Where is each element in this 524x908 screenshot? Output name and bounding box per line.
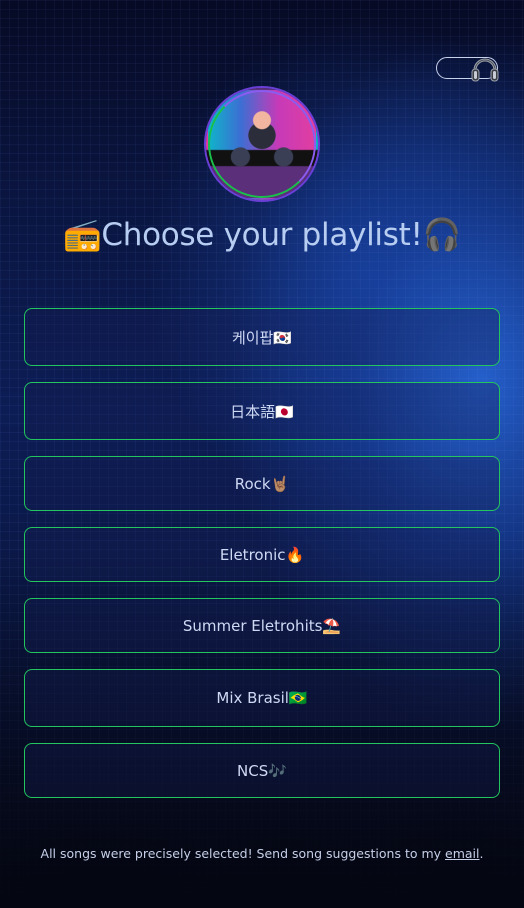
playlist-button-mix-brasil[interactable]: Mix Brasil🇧🇷 (24, 669, 500, 727)
radio-icon: 📻 (63, 217, 102, 253)
playlist-button-japanese[interactable]: 日本語🇯🇵 (24, 382, 500, 440)
page-title-text: Choose your playlist! (101, 217, 423, 253)
theme-toggle[interactable] (436, 57, 499, 82)
headphones-icon (469, 52, 501, 84)
playlist-button-eletronic[interactable]: Eletronic🔥 (24, 527, 500, 582)
page-title: 📻Choose your playlist!🎧 (0, 216, 524, 253)
email-link[interactable]: email (445, 846, 479, 861)
headphones-icon: 🎧 (422, 217, 462, 253)
dj-avatar (206, 88, 318, 200)
footer-end: . (479, 846, 484, 861)
playlist-button-ncs[interactable]: NCS🎶 (24, 743, 500, 798)
playlist-button-summer-eletrohits[interactable]: Summer Eletrohits⛱️ (24, 598, 500, 653)
playlist-button-kpop[interactable]: 케이팝🇰🇷 (24, 308, 500, 366)
footer-text: All songs were precisely selected! Send … (40, 846, 446, 861)
playlist-button-rock[interactable]: Rock🤘🏽 (24, 456, 500, 511)
footer-note: All songs were precisely selected! Send … (0, 846, 524, 861)
